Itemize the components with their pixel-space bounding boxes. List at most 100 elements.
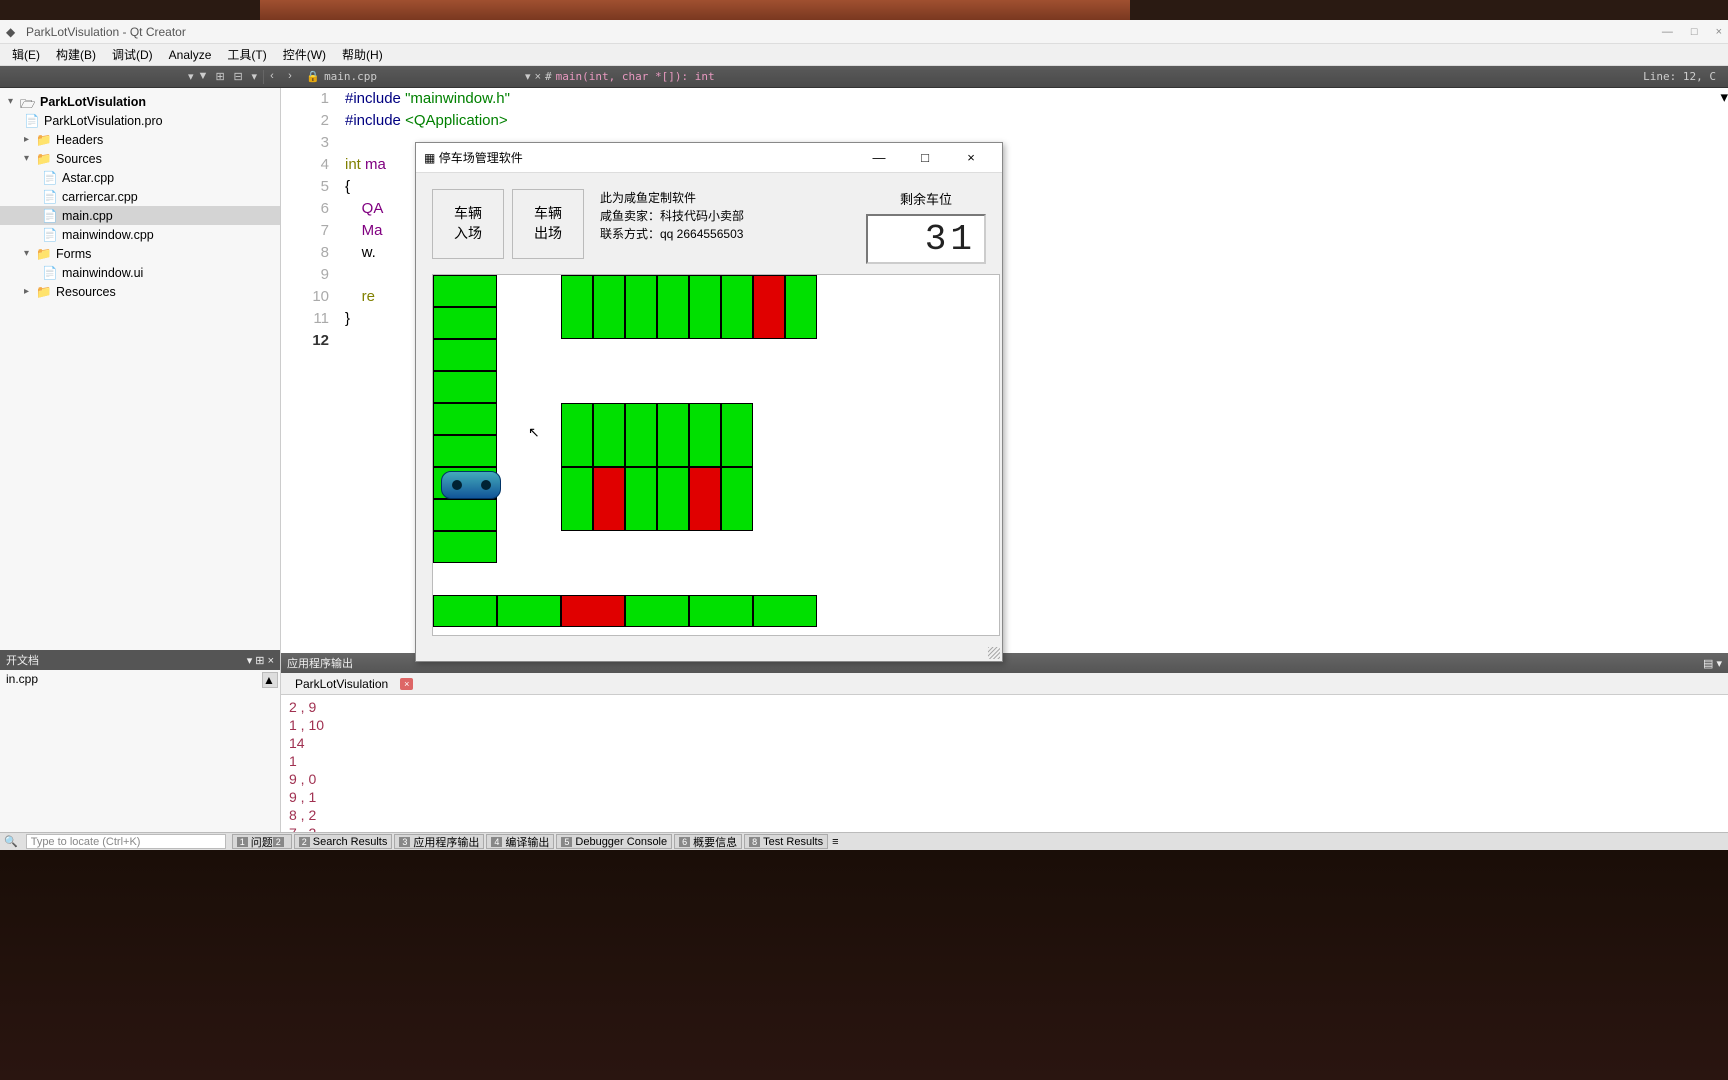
status-panel[interactable]: 6概要信息 bbox=[674, 834, 742, 849]
parking-slot bbox=[753, 275, 785, 339]
symbol-crumb[interactable]: main(int, char *[]): int bbox=[556, 70, 715, 83]
parking-slot bbox=[433, 403, 497, 435]
open-docs-list[interactable]: in.cpp ▲ bbox=[0, 670, 280, 850]
minimize-button[interactable]: — bbox=[1662, 26, 1673, 38]
mouse-cursor-icon: ↖ bbox=[528, 424, 540, 441]
menu-widgets[interactable]: 控件(W) bbox=[275, 46, 334, 63]
parking-slot bbox=[433, 275, 497, 307]
close-tab-icon[interactable]: × bbox=[535, 71, 541, 83]
parking-slot bbox=[721, 403, 753, 467]
parking-slot bbox=[785, 275, 817, 339]
resources-folder[interactable]: ▸📁Resources bbox=[0, 282, 280, 301]
source-file-selected[interactable]: 📄main.cpp bbox=[0, 206, 280, 225]
menu-tools[interactable]: 工具(T) bbox=[219, 46, 274, 63]
open-doc-item[interactable]: in.cpp bbox=[6, 672, 274, 686]
status-panel[interactable]: 8Test Results bbox=[744, 834, 828, 849]
status-panel[interactable]: 5Debugger Console bbox=[556, 834, 672, 849]
parking-canvas: ↖ bbox=[432, 274, 1000, 636]
parking-slot bbox=[625, 595, 689, 627]
nav-fwd-icon[interactable]: › bbox=[288, 70, 302, 84]
parking-slot bbox=[433, 339, 497, 371]
open-docs-header: 开文档▾ ⊞ × bbox=[0, 650, 280, 670]
output-tab[interactable]: ParkLotVisulation bbox=[287, 675, 396, 693]
parking-slot bbox=[593, 467, 625, 531]
menu-debug[interactable]: 调试(D) bbox=[104, 46, 161, 63]
parking-slot bbox=[561, 275, 593, 339]
parking-slot bbox=[593, 403, 625, 467]
parking-slot bbox=[657, 275, 689, 339]
parking-slot bbox=[433, 595, 497, 627]
panels-menu-icon[interactable]: ≡ bbox=[828, 836, 842, 848]
project-tree[interactable]: ▾🗁ParkLotVisulation 📄ParkLotVisulation.p… bbox=[0, 88, 280, 650]
window-title: ParkLotVisulation - Qt Creator bbox=[26, 25, 186, 39]
parking-slot bbox=[561, 595, 625, 627]
lock-icon: 🔒 bbox=[306, 70, 320, 84]
menubar: 辑(E) 构建(B) 调试(D) Analyze 工具(T) 控件(W) 帮助(… bbox=[0, 44, 1728, 66]
parking-slot bbox=[433, 531, 497, 563]
dialog-close-button[interactable]: × bbox=[948, 144, 994, 172]
forms-folder[interactable]: ▾📁Forms bbox=[0, 244, 280, 263]
status-panel[interactable]: 1问题 2 bbox=[232, 834, 292, 849]
dialog-info-text: 此为咸鱼定制软件 咸鱼卖家：科技代码小卖部 联系方式：qq 2664556503 bbox=[600, 189, 744, 243]
form-file[interactable]: 📄mainwindow.ui bbox=[0, 263, 280, 282]
parking-slot bbox=[657, 403, 689, 467]
parking-slot bbox=[561, 467, 593, 531]
source-file[interactable]: 📄carriercar.cpp bbox=[0, 187, 280, 206]
parking-dialog: ▦ 停车场管理软件 — □ × 车辆 入场 车辆 出场 此为咸鱼定制软件 咸鱼卖… bbox=[415, 142, 1003, 662]
remaining-label: 剩余车位 bbox=[866, 189, 986, 208]
source-file[interactable]: 📄mainwindow.cpp bbox=[0, 225, 280, 244]
menu-analyze[interactable]: Analyze bbox=[161, 48, 220, 62]
parking-slot bbox=[593, 275, 625, 339]
status-panel[interactable]: 4编译输出 bbox=[486, 834, 554, 849]
line-col-indicator: Line: 12, C bbox=[1643, 70, 1724, 83]
dialog-title: 停车场管理软件 bbox=[439, 149, 523, 166]
collapse-icon[interactable]: ⊟ bbox=[234, 70, 248, 84]
dialog-minimize-button[interactable]: — bbox=[856, 144, 902, 172]
parking-slot bbox=[657, 467, 689, 531]
status-panel[interactable]: 2Search Results bbox=[294, 834, 393, 849]
dialog-icon: ▦ bbox=[424, 151, 435, 165]
fold-icon[interactable]: ▾ bbox=[1720, 88, 1728, 653]
remaining-lcd: 31 bbox=[866, 214, 986, 264]
dialog-maximize-button[interactable]: □ bbox=[902, 144, 948, 172]
project-root[interactable]: ▾🗁ParkLotVisulation bbox=[0, 92, 280, 111]
editor-toolbar: ▾▼ ⊞ ⊟ ▾ ‹ › 🔒 main.cpp ▾ × # main(int, … bbox=[0, 66, 1728, 88]
close-button[interactable]: × bbox=[1716, 26, 1722, 38]
resize-grip[interactable] bbox=[988, 647, 1000, 659]
headers-folder[interactable]: ▸📁Headers bbox=[0, 130, 280, 149]
filter-icon[interactable]: ▼ bbox=[198, 70, 212, 84]
menu-build[interactable]: 构建(B) bbox=[48, 46, 104, 63]
parking-slot bbox=[433, 435, 497, 467]
nav-back-icon[interactable]: ‹ bbox=[270, 70, 284, 84]
app-icon: ◆ bbox=[6, 25, 20, 39]
sources-folder[interactable]: ▾📁Sources bbox=[0, 149, 280, 168]
parking-slot bbox=[689, 595, 753, 627]
expand-icon[interactable]: ⊞ bbox=[216, 70, 230, 84]
search-icon[interactable]: 🔍 bbox=[0, 835, 22, 848]
parking-slot bbox=[497, 595, 561, 627]
parking-slot bbox=[753, 595, 817, 627]
file-crumb[interactable]: main.cpp bbox=[324, 70, 377, 83]
car-in-button[interactable]: 车辆 入场 bbox=[432, 189, 504, 259]
menu-help[interactable]: 帮助(H) bbox=[334, 46, 391, 63]
parking-slot bbox=[433, 307, 497, 339]
parking-slot bbox=[561, 403, 593, 467]
parking-slot bbox=[689, 275, 721, 339]
scroll-up-icon[interactable]: ▲ bbox=[262, 672, 278, 688]
parking-slot bbox=[689, 403, 721, 467]
maximize-button[interactable]: □ bbox=[1691, 26, 1698, 38]
parking-slot bbox=[689, 467, 721, 531]
carrier-car bbox=[441, 471, 501, 499]
pro-file[interactable]: 📄ParkLotVisulation.pro bbox=[0, 111, 280, 130]
locator-input[interactable]: Type to locate (Ctrl+K) bbox=[26, 834, 226, 849]
parking-slot bbox=[625, 275, 657, 339]
car-out-button[interactable]: 车辆 出场 bbox=[512, 189, 584, 259]
parking-slot bbox=[625, 467, 657, 531]
menu-edit[interactable]: 辑(E) bbox=[4, 46, 48, 63]
close-output-tab-icon[interactable]: × bbox=[400, 678, 413, 690]
status-panel[interactable]: 3应用程序输出 bbox=[394, 834, 484, 849]
parking-slot bbox=[433, 499, 497, 531]
source-file[interactable]: 📄Astar.cpp bbox=[0, 168, 280, 187]
output-pane[interactable]: 2 , 91 , 101419 , 09 , 18 , 27 , 2 bbox=[281, 695, 1728, 850]
parking-slot bbox=[625, 403, 657, 467]
